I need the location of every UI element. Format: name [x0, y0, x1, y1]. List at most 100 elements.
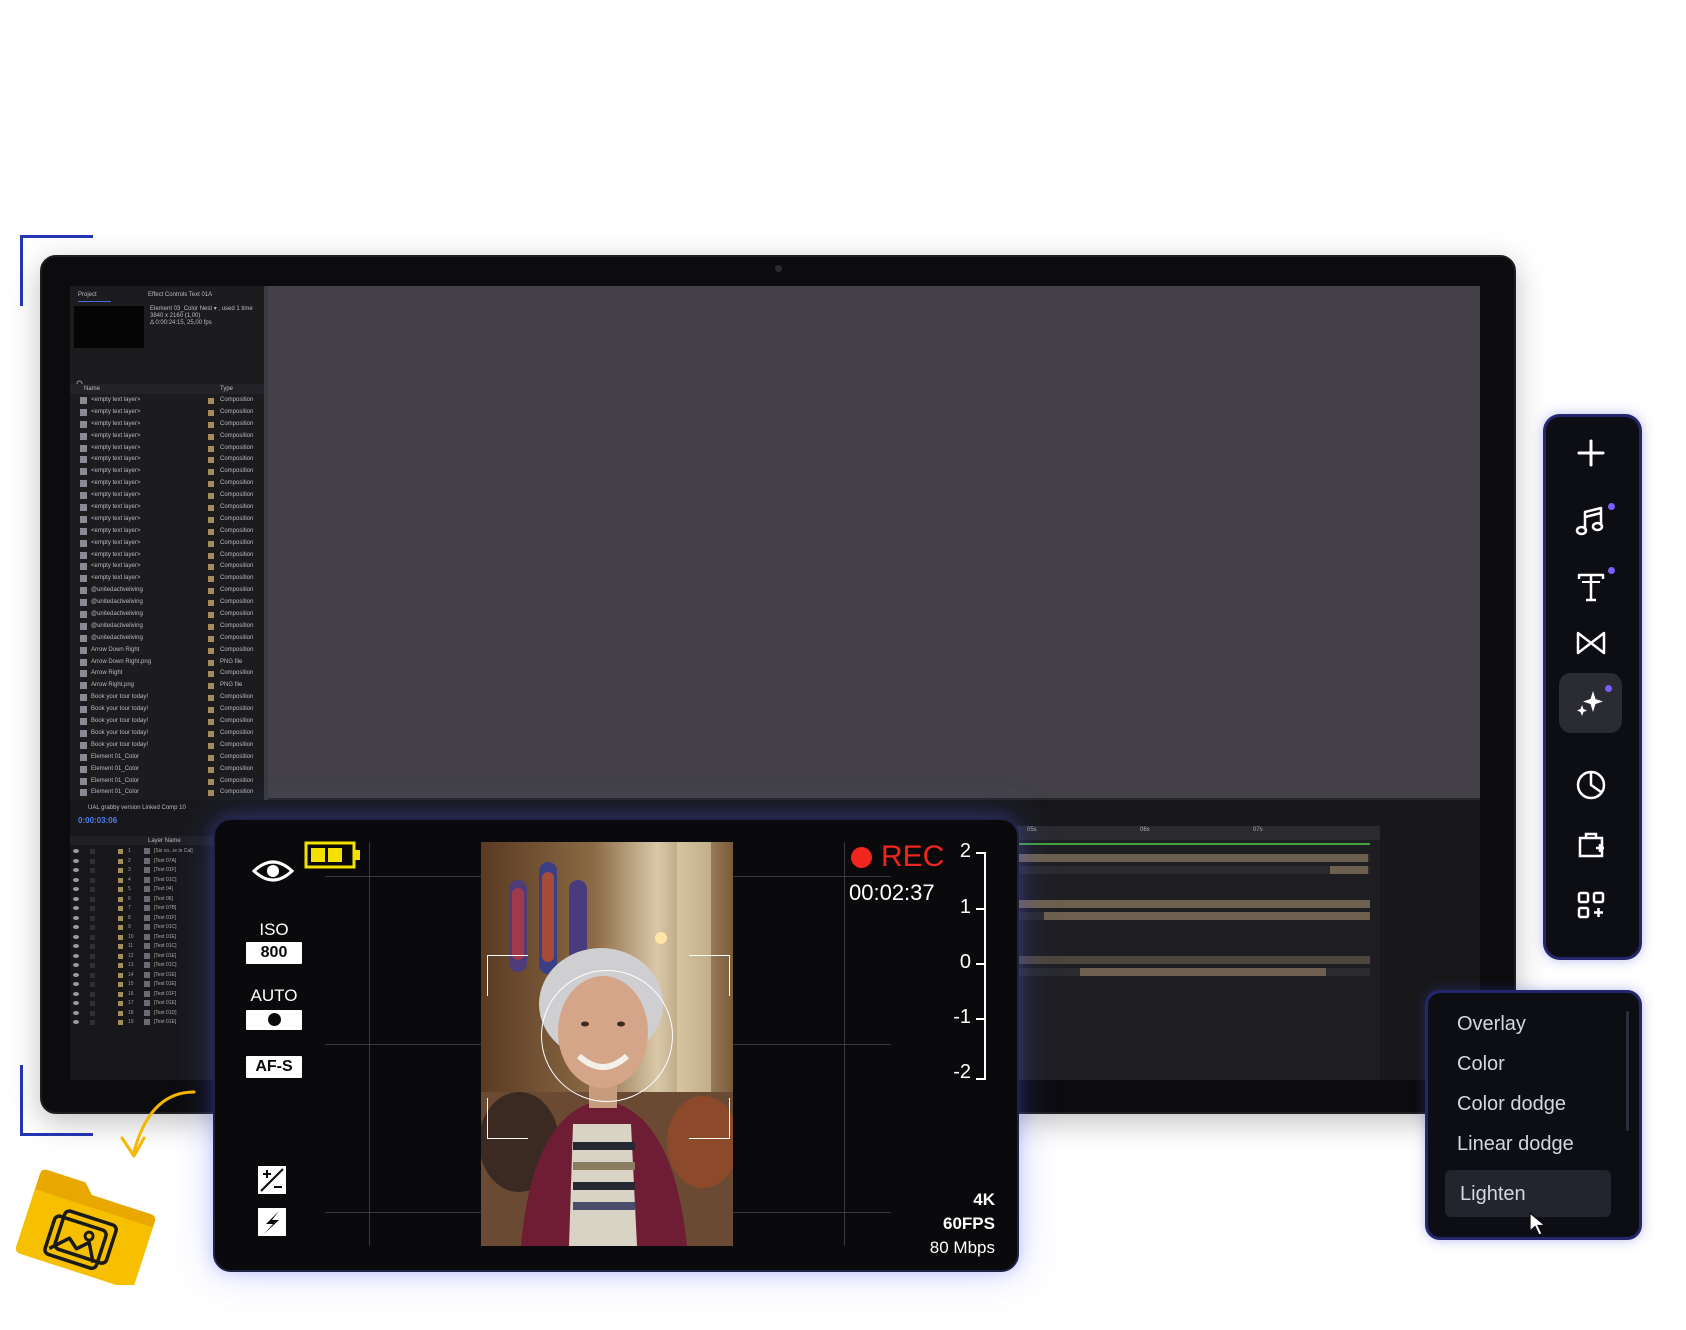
label-color-swatch[interactable] [118, 1020, 123, 1025]
lock-toggle[interactable] [90, 877, 95, 883]
label-color-swatch[interactable] [208, 576, 214, 583]
label-color-swatch[interactable] [208, 421, 214, 428]
label-color-swatch[interactable] [208, 398, 214, 404]
project-item[interactable]: Book your tour today! Composition [70, 692, 264, 704]
project-item[interactable]: <empty text layer> Composition [70, 526, 264, 538]
project-item[interactable]: @unitedactiveliving Composition [70, 597, 264, 609]
label-color-swatch[interactable] [118, 906, 123, 911]
track-bar[interactable] [1016, 854, 1368, 862]
visibility-icon[interactable] [73, 849, 79, 853]
project-item[interactable]: Element 01_Color Composition [70, 776, 264, 788]
add-button[interactable] [1559, 423, 1622, 483]
column-type[interactable]: Type [220, 386, 233, 392]
music-button[interactable] [1559, 491, 1622, 551]
project-item[interactable]: @unitedactiveliving Composition [70, 585, 264, 597]
label-color-swatch[interactable] [208, 612, 214, 619]
visibility-icon[interactable] [73, 944, 79, 948]
visibility-icon[interactable] [73, 963, 79, 967]
project-item[interactable]: <empty text layer> Composition [70, 550, 264, 562]
composition-viewer[interactable] [268, 286, 1480, 798]
tab-project[interactable]: Project [78, 292, 97, 298]
focus-circle[interactable] [541, 970, 673, 1102]
track-bar[interactable] [990, 900, 1370, 908]
label-color-swatch[interactable] [118, 915, 123, 921]
label-color-swatch[interactable] [208, 469, 214, 476]
lock-toggle[interactable] [90, 982, 95, 987]
project-item[interactable]: <empty text layer> Composition [70, 561, 264, 573]
lock-toggle[interactable] [90, 1001, 95, 1006]
label-color-swatch[interactable] [208, 659, 214, 666]
project-item[interactable]: <empty text layer> Composition [70, 395, 264, 407]
project-item[interactable]: Book your tour today! Composition [70, 704, 264, 716]
label-color-swatch[interactable] [118, 858, 123, 864]
project-item[interactable]: <empty text layer> Composition [70, 407, 264, 419]
project-item[interactable]: Element 01_Color Composition [70, 787, 264, 799]
label-color-swatch[interactable] [208, 778, 214, 785]
label-color-swatch[interactable] [118, 934, 123, 940]
white-balance-toggle[interactable] [246, 1010, 302, 1030]
project-item[interactable]: Book your tour today! Composition [70, 716, 264, 728]
visibility-icon[interactable] [73, 1020, 79, 1024]
project-item[interactable]: Element 01_Color Composition [70, 752, 264, 764]
label-color-swatch[interactable] [208, 564, 214, 571]
timecode[interactable]: 0:00:03:06 [78, 816, 117, 825]
focus-mode[interactable]: AF-S [246, 1056, 302, 1078]
label-color-swatch[interactable] [118, 1010, 123, 1016]
visibility-icon[interactable] [73, 868, 79, 872]
label-color-swatch[interactable] [208, 493, 214, 500]
label-color-swatch[interactable] [208, 742, 214, 749]
label-color-swatch[interactable] [208, 552, 214, 559]
project-item[interactable]: <empty text layer> Composition [70, 419, 264, 431]
label-color-swatch[interactable] [208, 683, 214, 690]
eye-icon[interactable] [251, 856, 295, 891]
project-item[interactable]: @unitedactiveliving Composition [70, 609, 264, 621]
project-item[interactable]: <empty text layer> Composition [70, 454, 264, 466]
project-item[interactable]: <empty text layer> Composition [70, 573, 264, 585]
scrollbar[interactable] [1626, 1011, 1629, 1131]
label-color-swatch[interactable] [118, 887, 123, 892]
label-color-swatch[interactable] [208, 516, 214, 523]
project-item[interactable]: Arrow Right Composition [70, 668, 264, 680]
menu-item-color[interactable]: Color [1457, 1053, 1505, 1076]
label-color-swatch[interactable] [208, 445, 214, 452]
project-item[interactable]: <empty text layer> Composition [70, 466, 264, 478]
project-item[interactable]: Arrow Right.png PNG file [70, 680, 264, 692]
lock-toggle[interactable] [90, 858, 95, 864]
project-item[interactable]: <empty text layer> Composition [70, 514, 264, 526]
project-item[interactable]: <empty text layer> Composition [70, 490, 264, 502]
flash-icon[interactable] [257, 1207, 287, 1242]
label-color-swatch[interactable] [208, 671, 214, 678]
import-button[interactable] [1559, 815, 1622, 875]
label-color-swatch[interactable] [208, 766, 214, 773]
project-item[interactable]: <empty text layer> Composition [70, 478, 264, 490]
lock-toggle[interactable] [90, 906, 95, 911]
menu-item-lighten[interactable]: Lighten [1460, 1183, 1526, 1206]
label-color-swatch[interactable] [208, 707, 214, 714]
column-layer-name[interactable]: Layer Name [148, 838, 181, 844]
visibility-icon[interactable] [73, 934, 79, 939]
visibility-icon[interactable] [73, 915, 79, 920]
visibility-icon[interactable] [73, 953, 79, 958]
lock-toggle[interactable] [90, 868, 95, 873]
label-color-swatch[interactable] [118, 849, 123, 854]
label-color-swatch[interactable] [208, 600, 214, 607]
menu-item-linear-dodge[interactable]: Linear dodge [1457, 1133, 1574, 1156]
label-color-swatch[interactable] [208, 457, 214, 464]
track-bar[interactable] [1044, 912, 1370, 920]
text-button[interactable] [1559, 557, 1622, 617]
project-item[interactable]: Arrow Down Right Composition [70, 645, 264, 657]
label-color-swatch[interactable] [118, 953, 123, 959]
lock-toggle[interactable] [90, 849, 95, 854]
project-item[interactable]: Element 01_Color Composition [70, 764, 264, 776]
tab-effect-controls[interactable]: Effect Controls Text 01A [148, 292, 212, 298]
track-bar[interactable] [1080, 968, 1326, 976]
tab-composition[interactable]: UAL grabby version Linked Comp 10 [88, 805, 186, 811]
menu-item-overlay[interactable]: Overlay [1457, 1013, 1526, 1036]
visibility-icon[interactable] [73, 925, 79, 929]
visibility-icon[interactable] [73, 858, 79, 863]
visibility-icon[interactable] [73, 906, 79, 910]
label-color-swatch[interactable] [208, 730, 214, 737]
label-color-swatch[interactable] [118, 877, 123, 883]
transition-button[interactable] [1559, 613, 1622, 673]
label-color-swatch[interactable] [208, 588, 214, 595]
